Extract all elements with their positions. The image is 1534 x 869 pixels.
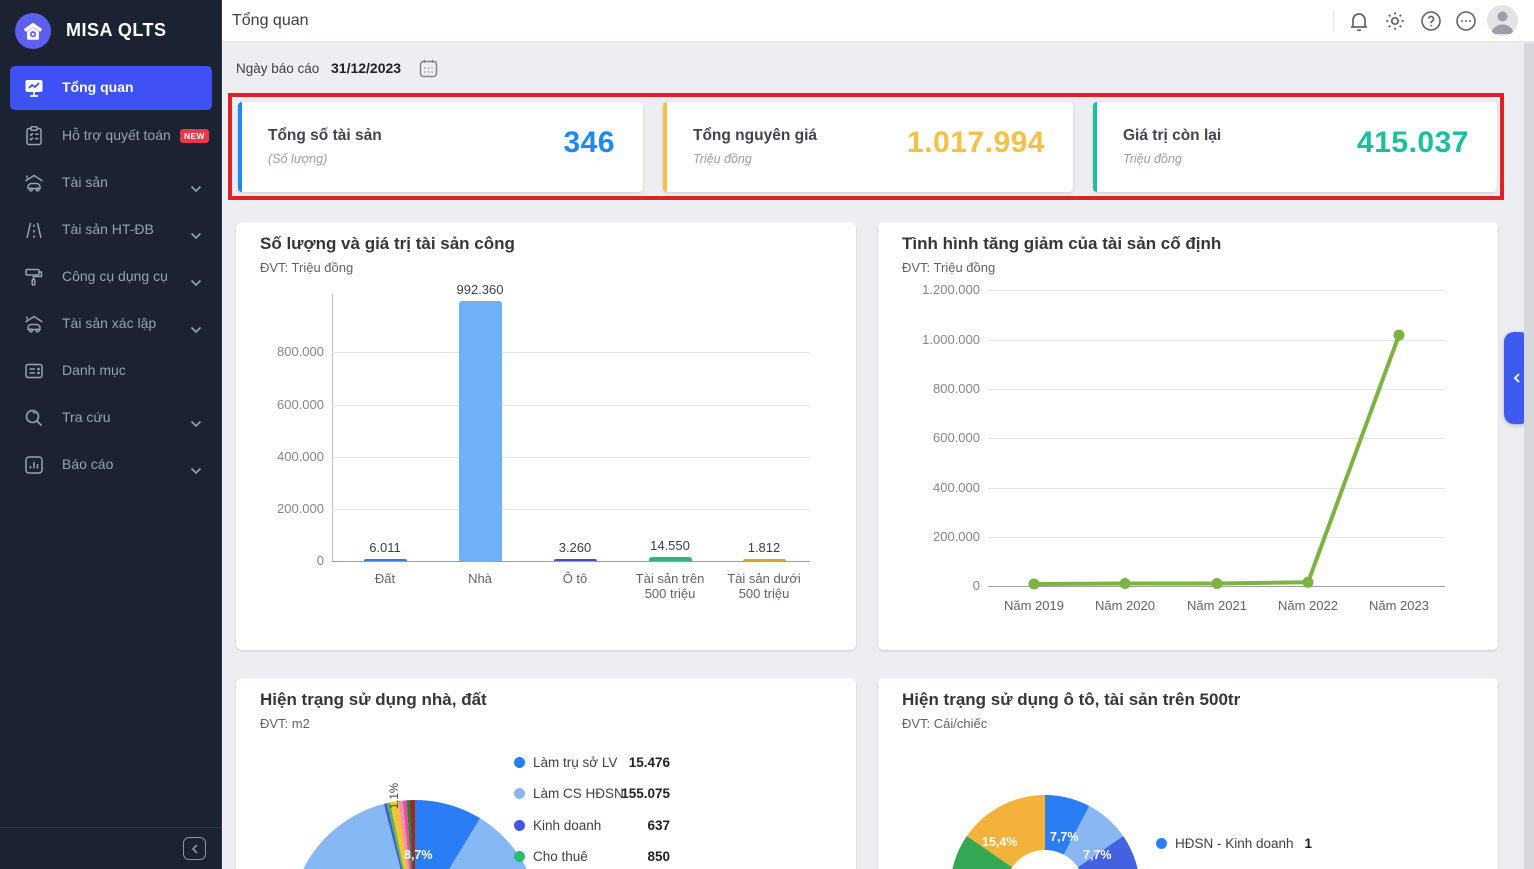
report-date-input[interactable]: 31/12/2023 — [331, 60, 401, 76]
sidebar-item-label: Hỗ trợ quyết toán — [62, 127, 171, 143]
kpi-unit: Triệu đồng — [1123, 152, 1182, 166]
legend-value: 155.075 — [566, 786, 670, 801]
list-icon — [23, 360, 45, 382]
legend-dot — [514, 788, 525, 799]
overview-icon — [23, 77, 45, 99]
kpi-title: Tổng nguyên giá — [693, 127, 817, 145]
bar-ts-tren-500 — [649, 557, 692, 561]
user-avatar[interactable] — [1487, 5, 1518, 36]
pie-slice-label: 8,7% — [404, 848, 433, 862]
chevron-down-icon — [190, 321, 202, 329]
bar-dat — [364, 559, 407, 561]
notifications-bell-icon[interactable] — [1347, 9, 1371, 33]
chart-unit-label: ĐVT: m2 — [260, 716, 310, 731]
sidebar-item-tra-cuu[interactable]: Tra cứu — [0, 396, 222, 440]
asset-house-car-icon — [23, 172, 45, 194]
chevron-down-icon — [190, 180, 202, 188]
kpi-title: Tổng số tài sản — [268, 127, 382, 145]
paint-roller-icon — [23, 266, 45, 288]
calendar-icon[interactable] — [418, 58, 439, 79]
chart-title: Số lượng và giá trị tài sản công — [260, 234, 515, 254]
report-date-label: Ngày báo cáo — [236, 61, 319, 76]
sidebar-item-tong-quan[interactable]: Tổng quan — [10, 66, 212, 110]
bar-ts-duoi-500 — [743, 559, 786, 561]
settings-gear-icon[interactable] — [1383, 9, 1407, 33]
road-icon — [23, 219, 45, 241]
line-chart-card: Tình hình tăng giảm của tài sản cố định … — [878, 222, 1498, 650]
sidebar: MISA QLTS Tổng quan Hỗ trợ quyết toán NE… — [0, 0, 222, 869]
sidebar-item-cong-cu-dung-cu[interactable]: Công cụ dụng cụ — [0, 255, 222, 299]
legend-value: 850 — [566, 849, 670, 864]
new-badge: NEW — [180, 129, 209, 143]
sidebar-item-label: Danh mục — [62, 362, 126, 378]
bar-chart-card: Số lượng và giá trị tài sản công ĐVT: Tr… — [236, 222, 856, 650]
donut-chart-card: Hiện trạng sử dụng ô tô, tài sản trên 50… — [878, 678, 1498, 869]
legend-value: 1 — [1208, 836, 1312, 851]
sidebar-item-label: Báo cáo — [62, 456, 113, 472]
chart-title: Hiện trạng sử dụng ô tô, tài sản trên 50… — [902, 690, 1240, 710]
sidebar-item-bao-cao[interactable]: Báo cáo — [0, 443, 222, 487]
kpi-unit: (Số lượng) — [268, 152, 327, 166]
sidebar-item-label: Tổng quan — [62, 79, 134, 95]
sidebar-item-label: Tài sản HT-ĐB — [62, 221, 154, 237]
pie-slice-label: 1,1% — [389, 783, 401, 809]
chart-title: Hiện trạng sử dụng nhà, đất — [260, 690, 487, 710]
kpi-unit: Triệu đồng — [693, 152, 752, 166]
sidebar-item-tai-san-ht-db[interactable]: Tài sản HT-ĐB — [0, 208, 222, 252]
kpi-value: 1.017.994 — [907, 126, 1045, 160]
brand: MISA QLTS — [0, 8, 222, 56]
sidebar-item-tai-san-xac-lap[interactable]: Tài sản xác lập — [0, 302, 222, 346]
sidebar-item-danh-muc[interactable]: Danh mục — [0, 349, 222, 393]
sidebar-item-ho-tro-quyet-toan[interactable]: Hỗ trợ quyết toán NEW — [0, 114, 222, 158]
line-series — [878, 222, 1498, 650]
clipboard-icon — [23, 125, 45, 147]
brand-name: MISA QLTS — [66, 20, 167, 41]
asset-house-car-icon — [23, 313, 45, 335]
sidebar-item-label: Tra cứu — [62, 409, 111, 425]
pie-slice-label: 15,4% — [982, 835, 1017, 849]
pie-slice-label: 7,7% — [1083, 848, 1112, 862]
top-bar — [222, 0, 1534, 42]
chevron-down-icon — [190, 274, 202, 282]
misa-qlts-dashboard: MISA QLTS Tổng quan Hỗ trợ quyết toán NE… — [0, 0, 1534, 869]
report-chart-icon — [23, 454, 45, 476]
legend-dot — [514, 820, 525, 831]
chevron-down-icon — [190, 462, 202, 470]
pie-slice-label: 7,7% — [1050, 830, 1079, 844]
search-icon — [23, 407, 45, 429]
sidebar-footer-divider — [0, 827, 222, 828]
kpi-value: 415.037 — [1357, 126, 1469, 160]
chevron-down-icon — [190, 227, 202, 235]
sidebar-item-tai-san[interactable]: Tài sản — [0, 161, 222, 205]
sidebar-item-label: Tài sản — [62, 174, 108, 190]
legend-value: 637 — [566, 818, 670, 833]
chart-unit-label: ĐVT: Cái/chiếc — [902, 716, 987, 731]
app-logo-icon — [15, 13, 51, 49]
sidebar-collapse-button[interactable] — [183, 837, 206, 860]
pie-chart-card: Hiện trạng sử dụng nhà, đất ĐVT: m2 8,7%… — [236, 678, 856, 869]
kpi-value: 346 — [563, 126, 615, 160]
scrollbar-track[interactable] — [1524, 43, 1534, 869]
more-options-icon[interactable] — [1454, 9, 1478, 33]
legend-dot — [1156, 838, 1167, 849]
help-icon[interactable] — [1419, 9, 1443, 33]
legend-dot — [514, 851, 525, 862]
topbar-divider — [1333, 10, 1334, 32]
chart-unit-label: ĐVT: Triệu đồng — [260, 260, 353, 275]
bar-o-to — [554, 559, 597, 561]
kpi-card-remaining-value: Giá trị còn lại Triệu đồng 415.037 — [1093, 102, 1497, 192]
sidebar-item-label: Tài sản xác lập — [62, 315, 156, 331]
bar-nha — [459, 301, 502, 561]
kpi-card-original-cost: Tổng nguyên giá Triệu đồng 1.017.994 — [663, 102, 1073, 192]
page-title: Tổng quan — [232, 12, 309, 30]
legend-value: 15.476 — [566, 755, 670, 770]
legend-dot — [514, 757, 525, 768]
chevron-down-icon — [190, 415, 202, 423]
sidebar-item-label: Công cụ dụng cụ — [62, 268, 168, 284]
kpi-card-total-assets: Tổng số tài sản (Số lượng) 346 — [238, 102, 643, 192]
kpi-title: Giá trị còn lại — [1123, 127, 1221, 145]
